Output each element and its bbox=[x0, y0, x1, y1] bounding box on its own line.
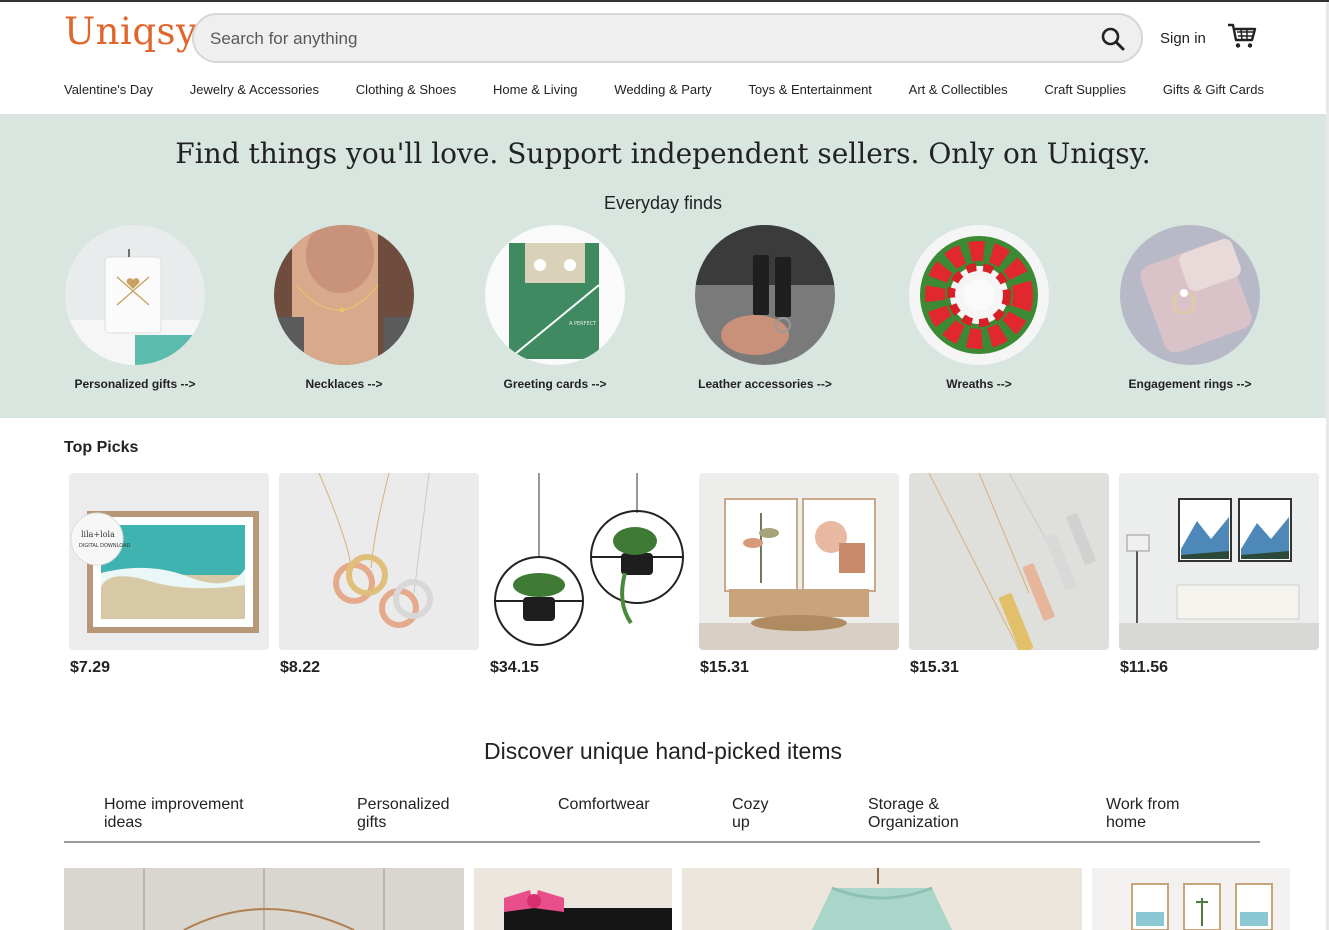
find-label: Personalized gifts --> bbox=[74, 377, 196, 391]
beach-print-photo: lila+lola DIGITAL DOWNLOAD bbox=[69, 473, 269, 650]
find-label: Leather accessories --> bbox=[698, 377, 832, 391]
tab-label-line-1: Storage & bbox=[868, 796, 940, 813]
find-label: Engagement rings --> bbox=[1128, 377, 1252, 391]
candle-photo bbox=[65, 225, 205, 365]
product-card[interactable]: $8.22 bbox=[279, 473, 479, 677]
discover-tab-storage[interactable]: Storage & Organization bbox=[868, 796, 959, 832]
discover-tab-comfortwear[interactable]: Comfortwear bbox=[558, 796, 650, 814]
tab-label-line-2: home bbox=[1106, 814, 1147, 831]
category-link-jewelry[interactable]: Jewelry & Accessories bbox=[190, 82, 319, 97]
find-label: Greeting cards --> bbox=[503, 377, 607, 391]
wreath-photo bbox=[909, 225, 1049, 365]
product-card[interactable]: $15.31 bbox=[909, 473, 1109, 677]
hero-banner: Find things you'll love. Support indepen… bbox=[0, 115, 1326, 418]
product-price: $15.31 bbox=[910, 659, 959, 676]
keychain-photo bbox=[695, 225, 835, 365]
ring-photo bbox=[1120, 225, 1260, 365]
tab-label-line-1: Cozy bbox=[732, 796, 769, 813]
category-link-gifts[interactable]: Gifts & Gift Cards bbox=[1163, 82, 1264, 97]
tab-label-line-2: up bbox=[732, 814, 750, 831]
tab-label-line-1: Work from bbox=[1106, 796, 1180, 813]
discover-tab-personalized-gifts[interactable]: Personalized gifts bbox=[357, 796, 450, 832]
category-link-art[interactable]: Art & Collectibles bbox=[909, 82, 1008, 97]
search-icon bbox=[1101, 27, 1125, 51]
tab-label-line-2: ideas bbox=[104, 814, 143, 831]
tab-label-line-2: Organization bbox=[868, 814, 959, 831]
mountain-prints-photo bbox=[1119, 473, 1319, 650]
find-label: Wreaths --> bbox=[946, 377, 1012, 391]
search-input[interactable] bbox=[210, 26, 1070, 52]
discover-item-photo[interactable] bbox=[64, 868, 464, 930]
everyday-finds-heading: Everyday finds bbox=[603, 193, 723, 213]
product-price: $34.15 bbox=[490, 659, 539, 676]
search-button[interactable] bbox=[1099, 25, 1127, 53]
discover-tabs-divider bbox=[64, 841, 1260, 843]
discover-tab-home-improvement[interactable]: Home improvement ideas bbox=[104, 796, 244, 832]
discover-tab-cozy-up[interactable]: Cozy up bbox=[732, 796, 768, 832]
search-bar bbox=[192, 13, 1143, 63]
tab-label-line-2: gifts bbox=[357, 814, 387, 831]
tab-label-line-1: Personalized bbox=[357, 796, 450, 813]
product-price: $7.29 bbox=[70, 659, 111, 676]
svg-text:A PERFECT: A PERFECT bbox=[569, 321, 597, 327]
find-personalized-gifts[interactable]: Personalized gifts --> bbox=[60, 225, 210, 391]
discover-item-photo[interactable] bbox=[474, 868, 672, 930]
category-link-clothing[interactable]: Clothing & Shoes bbox=[356, 82, 456, 97]
ring-necklace-photo bbox=[279, 473, 479, 650]
find-wreaths[interactable]: Wreaths --> bbox=[904, 225, 1054, 391]
card-photo: A PERFECT bbox=[485, 225, 625, 365]
find-necklaces[interactable]: Necklaces --> bbox=[269, 225, 419, 391]
hanging-planters-photo bbox=[489, 473, 689, 650]
tab-label-line-1: Home improvement bbox=[104, 796, 244, 813]
product-price: $15.31 bbox=[700, 659, 749, 676]
badge-line-1: lila+lola bbox=[81, 530, 115, 539]
find-label: Necklaces --> bbox=[305, 377, 383, 391]
category-nav: Valentine's Day Jewelry & Accessories Cl… bbox=[64, 82, 1264, 97]
product-price: $8.22 bbox=[280, 659, 321, 676]
category-link-valentines-day[interactable]: Valentine's Day bbox=[64, 82, 153, 97]
category-link-wedding[interactable]: Wedding & Party bbox=[614, 82, 711, 97]
bar-necklace-photo bbox=[909, 473, 1109, 650]
cart-button[interactable] bbox=[1227, 22, 1257, 50]
logo[interactable]: Uniqsy bbox=[64, 10, 197, 53]
category-link-toys[interactable]: Toys & Entertainment bbox=[748, 82, 872, 97]
window-top-border bbox=[0, 0, 1329, 2]
discover-tab-work-from-home[interactable]: Work from home bbox=[1106, 796, 1179, 832]
badge-line-2: DIGITAL DOWNLOAD bbox=[79, 543, 130, 549]
sign-in-link[interactable]: Sign in bbox=[1160, 30, 1206, 47]
discover-item-photo[interactable] bbox=[682, 868, 1082, 930]
product-card[interactable]: $34.15 bbox=[489, 473, 689, 677]
boho-prints-photo bbox=[699, 473, 899, 650]
discover-heading: Discover unique hand-picked items bbox=[484, 738, 842, 764]
find-greeting-cards[interactable]: A PERFECT Greeting cards --> bbox=[480, 225, 630, 391]
necklace-photo bbox=[274, 225, 414, 365]
top-picks-heading: Top Picks bbox=[64, 439, 139, 456]
product-card[interactable]: $15.31 bbox=[699, 473, 899, 677]
product-card[interactable]: $11.56 bbox=[1119, 473, 1319, 677]
category-link-home-living[interactable]: Home & Living bbox=[493, 82, 578, 97]
product-price: $11.56 bbox=[1120, 659, 1169, 676]
category-link-craft[interactable]: Craft Supplies bbox=[1044, 82, 1126, 97]
discover-item-photo[interactable] bbox=[1092, 868, 1290, 930]
find-engagement-rings[interactable]: Engagement rings --> bbox=[1115, 225, 1265, 391]
hero-title: Find things you'll love. Support indepen… bbox=[175, 137, 1151, 170]
tab-label-line-1: Comfortwear bbox=[558, 796, 650, 813]
find-leather-accessories[interactable]: Leather accessories --> bbox=[690, 225, 840, 391]
product-card[interactable]: lila+lola DIGITAL DOWNLOAD $7.29 bbox=[69, 473, 269, 677]
cart-icon bbox=[1228, 23, 1257, 48]
